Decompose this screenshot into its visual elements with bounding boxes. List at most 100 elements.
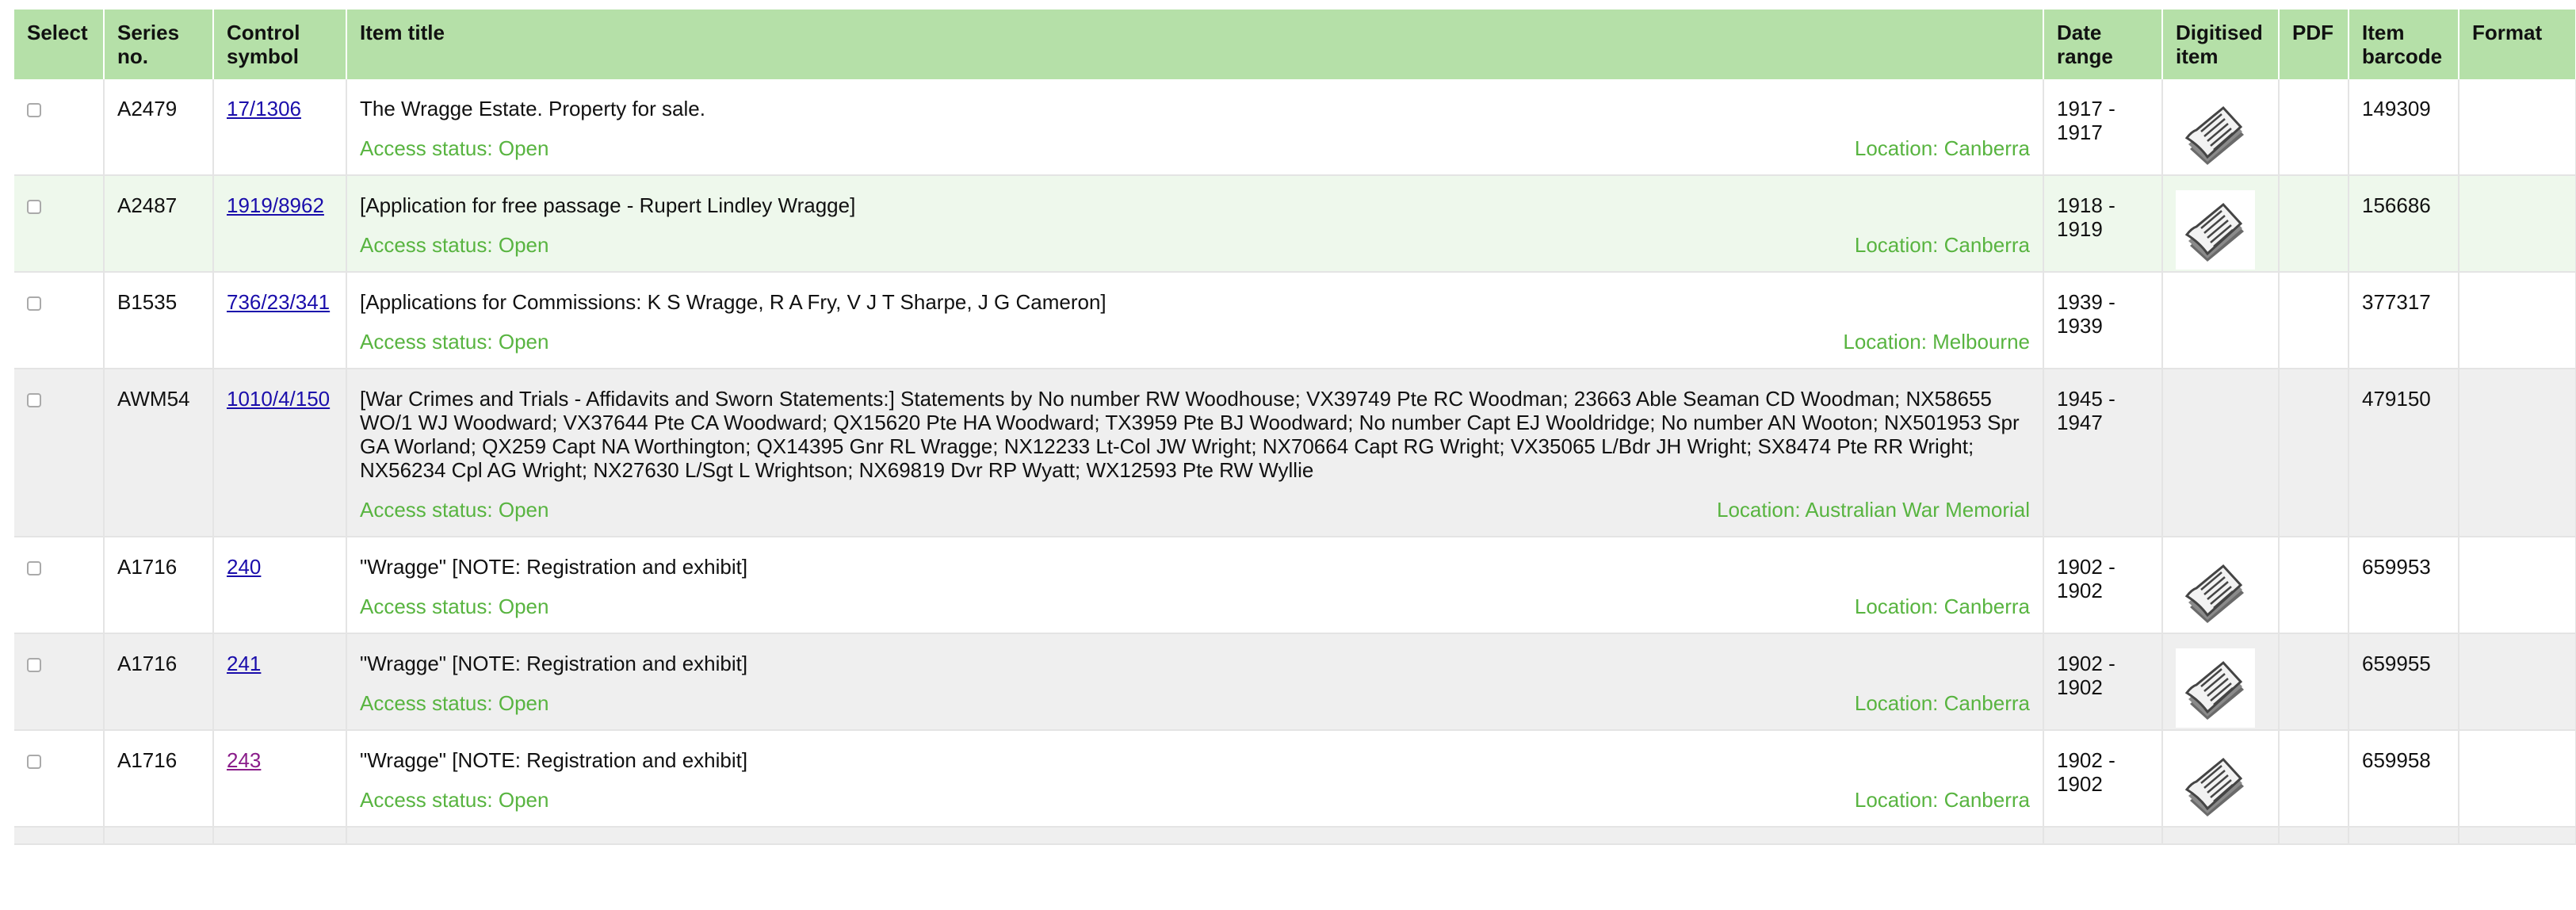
- digitised-document-icon[interactable]: [2176, 745, 2255, 824]
- control-symbol-cell: 240: [213, 537, 347, 634]
- header-item-title[interactable]: Item title: [346, 10, 2044, 79]
- item-title: "Wragge" [NOTE: Registration and exhibit…: [360, 652, 748, 675]
- table-row-partial: [14, 827, 2576, 845]
- item-barcode: 479150: [2362, 387, 2431, 411]
- control-symbol-link[interactable]: 1919/8962: [227, 193, 324, 217]
- control-symbol-link[interactable]: 243: [227, 748, 261, 772]
- series-no: A1716: [117, 555, 178, 579]
- partial-cell: [2279, 827, 2349, 845]
- table-row: A1716 243 "Wragge" [NOTE: Registration a…: [14, 730, 2576, 828]
- item-title: "Wragge" [NOTE: Registration and exhibit…: [360, 555, 748, 579]
- header-pdf[interactable]: PDF: [2279, 10, 2349, 79]
- partial-cell: [2043, 827, 2163, 845]
- format-cell: [2459, 633, 2576, 731]
- digitised-document-icon[interactable]: [2176, 648, 2255, 728]
- header-date-range[interactable]: Date range: [2043, 10, 2163, 79]
- access-status: Access status: Open: [360, 330, 549, 354]
- table-header-row: Select Series no. Control symbol Item ti…: [14, 10, 2576, 79]
- item-barcode-cell: 659955: [2349, 633, 2459, 731]
- select-cell: [14, 633, 105, 731]
- item-title-cell: [War Crimes and Trials - Affidavits and …: [346, 369, 2044, 537]
- select-checkbox[interactable]: [27, 561, 41, 575]
- date-end: 1902: [2057, 772, 2103, 796]
- header-digitised-item[interactable]: Digitised item: [2162, 10, 2280, 79]
- select-checkbox[interactable]: [27, 200, 41, 214]
- format-cell: [2459, 730, 2576, 828]
- date-end: 1939: [2057, 314, 2103, 338]
- access-status: Access status: Open: [360, 233, 549, 257]
- control-symbol-link[interactable]: 1010/4/150: [227, 387, 330, 411]
- access-status: Access status: Open: [360, 691, 549, 715]
- select-cell: [14, 730, 105, 828]
- item-meta: Access status: Open Location: Canberra: [360, 136, 2030, 174]
- item-barcode-cell: 149309: [2349, 79, 2459, 176]
- date-range-cell: 1902 - 1902: [2043, 537, 2163, 634]
- pdf-cell: [2279, 633, 2349, 731]
- table-row: A1716 240 "Wragge" [NOTE: Registration a…: [14, 537, 2576, 634]
- date-start: 1902 -: [2057, 555, 2115, 579]
- date-range-cell: 1902 - 1902: [2043, 730, 2163, 828]
- item-barcode-cell: 659958: [2349, 730, 2459, 828]
- select-checkbox[interactable]: [27, 393, 41, 407]
- date-start: 1945 -: [2057, 387, 2115, 411]
- date-start: 1917 -: [2057, 97, 2115, 120]
- control-symbol-link[interactable]: 240: [227, 555, 261, 579]
- access-status: Access status: Open: [360, 136, 549, 160]
- date-start: 1939 -: [2057, 290, 2115, 314]
- format-cell: [2459, 175, 2576, 273]
- partial-cell: [14, 827, 105, 845]
- access-status: Access status: Open: [360, 595, 549, 618]
- item-barcode: 659958: [2362, 748, 2431, 772]
- format-cell: [2459, 369, 2576, 537]
- select-checkbox[interactable]: [27, 755, 41, 769]
- location: Location: Canberra: [1854, 595, 2030, 618]
- pdf-cell: [2279, 537, 2349, 634]
- select-checkbox[interactable]: [27, 658, 41, 672]
- header-format[interactable]: Format: [2459, 10, 2576, 79]
- date-start: 1902 -: [2057, 652, 2115, 675]
- control-symbol-link[interactable]: 17/1306: [227, 97, 301, 120]
- results-table-container: Select Series no. Control symbol Item ti…: [14, 10, 2576, 845]
- date-range-cell: 1939 - 1939: [2043, 272, 2163, 369]
- digitised-document-icon[interactable]: [2176, 552, 2255, 631]
- results-table: Select Series no. Control symbol Item ti…: [14, 10, 2576, 845]
- table-row: AWM54 1010/4/150 [War Crimes and Trials …: [14, 369, 2576, 537]
- item-title: [War Crimes and Trials - Affidavits and …: [360, 387, 2020, 482]
- item-meta: Access status: Open Location: Canberra: [360, 691, 2030, 729]
- select-cell: [14, 175, 105, 273]
- control-symbol-link[interactable]: 241: [227, 652, 261, 675]
- digitised-item-cell: [2162, 175, 2280, 273]
- digitised-document-icon[interactable]: [2176, 190, 2255, 270]
- item-meta: Access status: Open Location: Australian…: [360, 498, 2030, 536]
- item-title: "Wragge" [NOTE: Registration and exhibit…: [360, 748, 748, 772]
- digitised-document-icon[interactable]: [2176, 94, 2255, 173]
- item-title: [Application for free passage - Rupert L…: [360, 193, 856, 217]
- date-end: 1919: [2057, 217, 2103, 241]
- series-no: B1535: [117, 290, 178, 314]
- control-symbol-link[interactable]: 736/23/341: [227, 290, 330, 314]
- header-control-symbol[interactable]: Control symbol: [213, 10, 347, 79]
- date-start: 1918 -: [2057, 193, 2115, 217]
- header-select[interactable]: Select: [14, 10, 105, 79]
- format-cell: [2459, 272, 2576, 369]
- select-checkbox[interactable]: [27, 296, 41, 311]
- date-range-cell: 1902 - 1902: [2043, 633, 2163, 731]
- series-no-cell: A2487: [104, 175, 214, 273]
- location: Location: Australian War Memorial: [1717, 498, 2030, 522]
- select-checkbox[interactable]: [27, 103, 41, 117]
- header-item-barcode[interactable]: Item barcode: [2349, 10, 2459, 79]
- date-range-cell: 1918 - 1919: [2043, 175, 2163, 273]
- series-no: A2479: [117, 97, 178, 120]
- series-no-cell: A2479: [104, 79, 214, 176]
- item-title: The Wragge Estate. Property for sale.: [360, 97, 705, 120]
- series-no-cell: AWM54: [104, 369, 214, 537]
- partial-cell: [104, 827, 214, 845]
- item-title-cell: "Wragge" [NOTE: Registration and exhibit…: [346, 633, 2044, 731]
- series-no-cell: A1716: [104, 633, 214, 731]
- pdf-cell: [2279, 272, 2349, 369]
- select-cell: [14, 369, 105, 537]
- digitised-item-cell: [2162, 79, 2280, 176]
- item-barcode-cell: 479150: [2349, 369, 2459, 537]
- header-series-no[interactable]: Series no.: [104, 10, 214, 79]
- item-title-cell: "Wragge" [NOTE: Registration and exhibit…: [346, 537, 2044, 634]
